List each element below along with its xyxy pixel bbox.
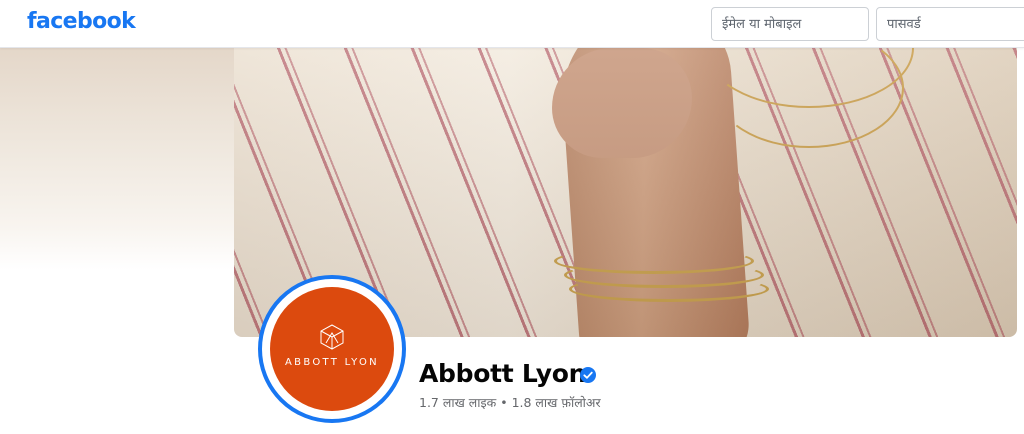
- avatar-brand-text: ABBOTT LYON: [285, 357, 379, 368]
- likes-count[interactable]: 1.7 लाख लाइक: [419, 395, 496, 410]
- top-navigation-bar: facebook: [0, 0, 1024, 48]
- profile-picture[interactable]: ABBOTT LYON: [258, 275, 406, 423]
- verified-badge-icon: [580, 367, 596, 383]
- facebook-logo[interactable]: facebook: [27, 9, 136, 34]
- profile-picture-logo: ABBOTT LYON: [270, 287, 394, 411]
- page-stats: 1.7 लाख लाइक • 1.8 लाख फ़ॉलोअर: [419, 394, 601, 411]
- cover-background-fade: [0, 48, 234, 270]
- abbott-lyon-mark-icon: [320, 324, 344, 350]
- followers-count[interactable]: 1.8 लाख फ़ॉलोअर: [512, 395, 601, 410]
- page-title[interactable]: Abbott Lyon: [419, 359, 586, 388]
- password-input[interactable]: [876, 7, 1024, 41]
- stats-separator: •: [500, 395, 508, 410]
- email-or-mobile-input[interactable]: [711, 7, 869, 41]
